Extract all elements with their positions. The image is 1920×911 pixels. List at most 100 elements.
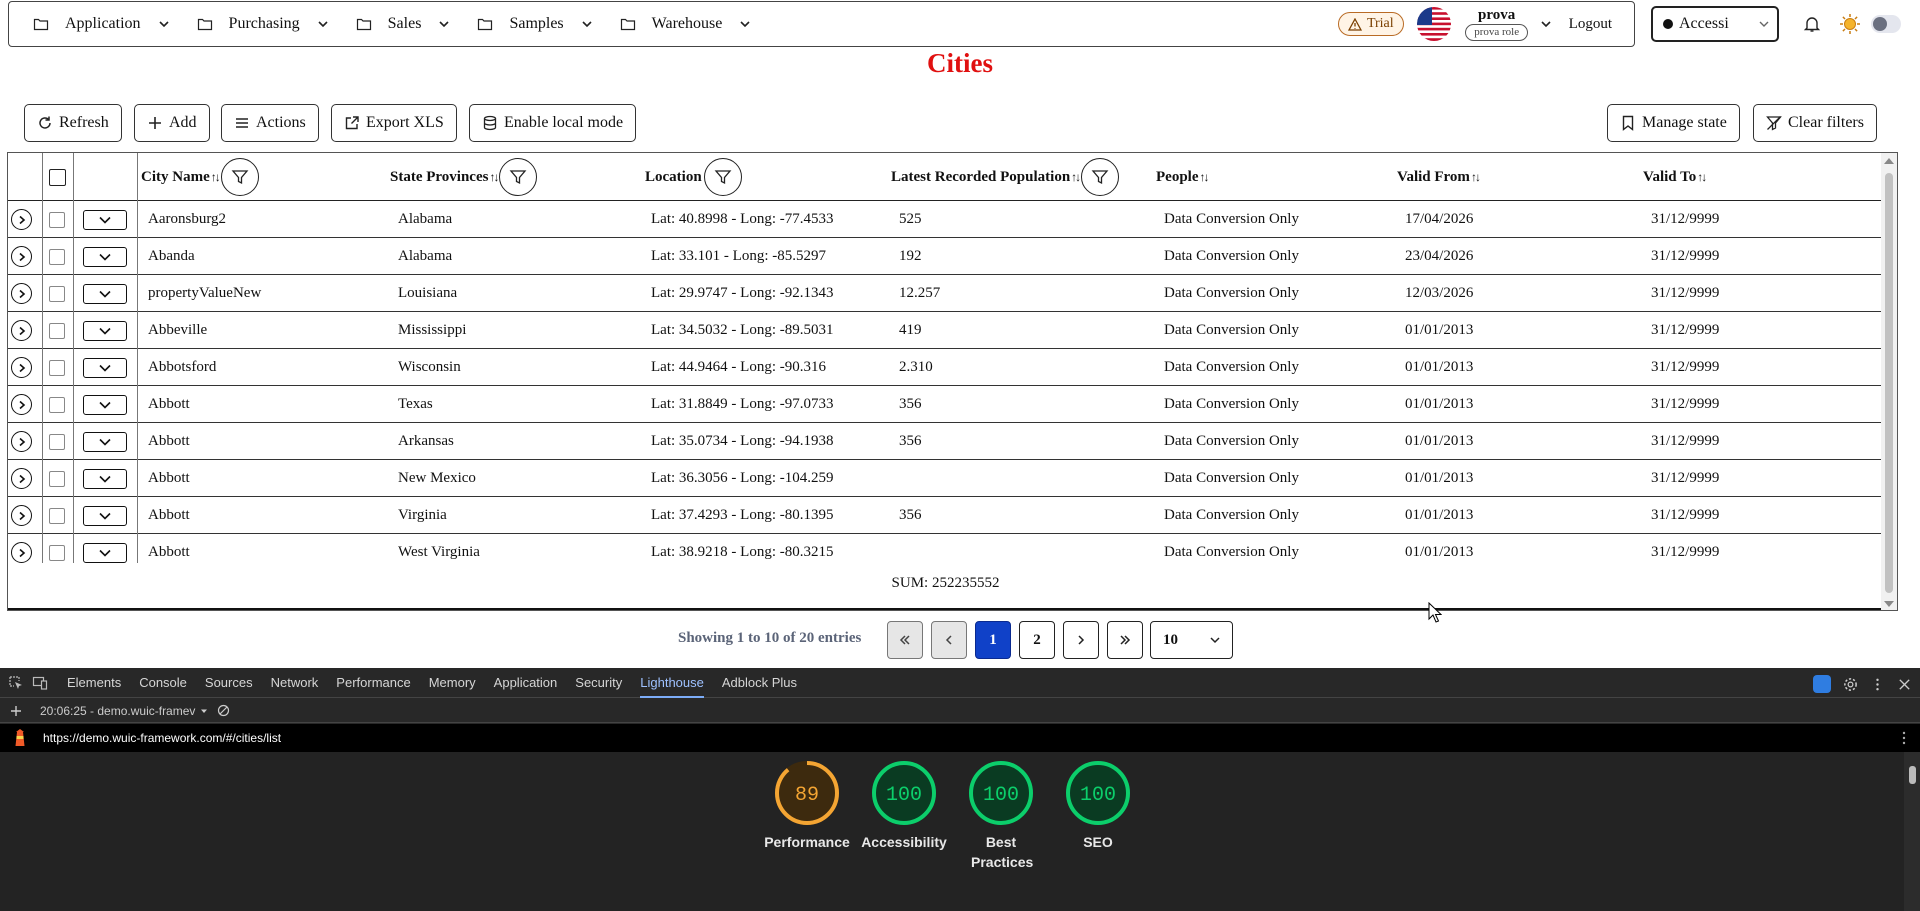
row-actions-dropdown[interactable] (83, 432, 127, 452)
devtools-tab-adblock-plus[interactable]: Adblock Plus (722, 668, 797, 698)
table-row[interactable]: Abbott Texas Lat: 31.8849 - Long: -97.0733… (8, 386, 1883, 423)
bell-icon[interactable] (1803, 15, 1821, 33)
refresh-button[interactable]: Refresh (24, 104, 122, 142)
row-checkbox[interactable] (49, 323, 65, 339)
table-row[interactable]: Abbotsford Wisconsin Lat: 44.9464 - Long: … (8, 349, 1883, 386)
export-xls-button[interactable]: Export XLS (331, 104, 457, 142)
row-checkbox[interactable] (49, 471, 65, 487)
more-vertical-icon[interactable] (1902, 731, 1906, 745)
clear-icon[interactable] (217, 704, 230, 717)
row-actions-dropdown[interactable] (83, 469, 127, 489)
add-button[interactable]: Add (134, 104, 210, 142)
devtools-tab-memory[interactable]: Memory (429, 668, 476, 698)
close-icon[interactable] (1897, 677, 1912, 692)
header-latest-recorded-population[interactable]: Latest Recorded Population ↑↓ (891, 153, 1120, 201)
row-checkbox[interactable] (49, 508, 65, 524)
accessibility-select[interactable]: Accessi (1651, 6, 1779, 42)
filter-button[interactable] (703, 158, 742, 196)
sort-icon[interactable]: ↑↓ (211, 170, 221, 185)
row-checkbox[interactable] (49, 434, 65, 450)
sort-icon[interactable]: ↑↓ (1471, 170, 1481, 185)
row-checkbox[interactable] (49, 286, 65, 302)
row-actions-dropdown[interactable] (83, 284, 127, 304)
header-state-provinces[interactable]: State Provinces ↑↓ (390, 153, 538, 201)
expand-row-button[interactable] (11, 394, 32, 415)
table-row[interactable]: Abanda Alabama Lat: 33.101 - Long: -85.529… (8, 238, 1883, 275)
menu-warehouse[interactable]: Warehouse (608, 2, 767, 46)
devtools-tab-lighthouse[interactable]: Lighthouse (640, 668, 704, 698)
devtools-tab-performance[interactable]: Performance (336, 668, 410, 698)
table-row[interactable]: Abbott Arkansas Lat: 35.0734 - Long: -94.1… (8, 423, 1883, 460)
row-actions-dropdown[interactable] (83, 543, 127, 563)
row-actions-dropdown[interactable] (83, 321, 127, 341)
table-row[interactable]: Abbott New Mexico Lat: 36.3056 - Long: -10… (8, 460, 1883, 497)
expand-row-button[interactable] (11, 357, 32, 378)
expand-row-button[interactable] (11, 505, 32, 526)
menu-purchasing[interactable]: Purchasing (185, 2, 344, 46)
lighthouse-extension-icon[interactable] (1813, 675, 1831, 693)
last-page-button[interactable] (1107, 621, 1143, 659)
filter-button[interactable] (220, 158, 259, 196)
page-1-button[interactable]: 1 (975, 621, 1011, 659)
row-actions-dropdown[interactable] (83, 395, 127, 415)
sun-icon[interactable] (1839, 13, 1861, 35)
devtools-tab-elements[interactable]: Elements (67, 668, 121, 698)
menu-sales[interactable]: Sales (344, 2, 466, 46)
select-all-checkbox[interactable] (49, 169, 66, 186)
table-row[interactable]: propertyValueNew Louisiana Lat: 29.9747 - … (8, 275, 1883, 312)
row-actions-dropdown[interactable] (83, 210, 127, 230)
report-selector[interactable]: 20:06:25 - demo.wuic-framev (40, 704, 195, 718)
devtools-scrollbar[interactable] (1904, 752, 1920, 911)
caret-down-icon[interactable] (199, 706, 209, 716)
header-valid-to[interactable]: Valid To ↑↓ (1643, 153, 1707, 201)
sort-icon[interactable]: ↑↓ (489, 170, 499, 185)
page-2-button[interactable]: 2 (1019, 621, 1055, 659)
score-gauge[interactable]: 100 Best Practices (951, 760, 1051, 872)
expand-row-button[interactable] (11, 320, 32, 341)
header-location[interactable]: Location (645, 153, 742, 201)
row-checkbox[interactable] (49, 249, 65, 265)
score-gauge[interactable]: 100 Accessibility (854, 760, 954, 852)
menu-application[interactable]: Application (21, 2, 185, 46)
grid-scrollbar[interactable] (1881, 153, 1897, 610)
logout-button[interactable]: Logout (1569, 16, 1612, 33)
user-menu[interactable]: prova prova role (1461, 7, 1533, 41)
theme-toggle[interactable] (1871, 15, 1901, 33)
expand-row-button[interactable] (11, 209, 32, 230)
header-city-name[interactable]: City Name ↑↓ (141, 153, 259, 201)
expand-row-button[interactable] (11, 542, 32, 563)
header-people[interactable]: People ↑↓ (1156, 153, 1210, 201)
row-checkbox[interactable] (49, 212, 65, 228)
chevron-down-icon[interactable] (1539, 17, 1553, 31)
devtools-tab-application[interactable]: Application (494, 668, 558, 698)
row-actions-dropdown[interactable] (83, 506, 127, 526)
more-vertical-icon[interactable] (1870, 677, 1885, 692)
row-actions-dropdown[interactable] (83, 247, 127, 267)
table-row[interactable]: Aaronsburg2 Alabama Lat: 40.8998 - Long: -… (8, 201, 1883, 238)
expand-row-button[interactable] (11, 431, 32, 452)
devtools-tab-sources[interactable]: Sources (205, 668, 253, 698)
manage-state-button[interactable]: Manage state (1607, 104, 1740, 142)
menu-samples[interactable]: Samples (465, 2, 607, 46)
filter-button[interactable] (1081, 158, 1120, 196)
us-flag-icon[interactable] (1416, 7, 1451, 41)
sort-icon[interactable]: ↑↓ (1071, 170, 1081, 185)
first-page-button[interactable] (887, 621, 923, 659)
table-row[interactable]: Abbeville Mississippi Lat: 34.5032 - Long:… (8, 312, 1883, 349)
expand-row-button[interactable] (11, 468, 32, 489)
score-gauge[interactable]: 100 SEO (1048, 760, 1148, 852)
inspect-icon[interactable] (8, 675, 24, 691)
expand-row-button[interactable] (11, 246, 32, 267)
actions-button[interactable]: Actions (221, 104, 319, 142)
next-page-button[interactable] (1063, 621, 1099, 659)
row-checkbox[interactable] (49, 360, 65, 376)
score-gauge[interactable]: 89 Performance (757, 760, 857, 852)
filter-button[interactable] (499, 158, 538, 196)
sort-icon[interactable]: ↑↓ (1697, 170, 1707, 185)
devtools-tab-console[interactable]: Console (139, 668, 187, 698)
page-size-select[interactable]: 10 (1150, 621, 1233, 659)
row-actions-dropdown[interactable] (83, 358, 127, 378)
table-row[interactable]: Abbott West Virginia Lat: 38.9218 - Long: … (8, 534, 1883, 563)
devtools-tab-security[interactable]: Security (575, 668, 622, 698)
prev-page-button[interactable] (931, 621, 967, 659)
